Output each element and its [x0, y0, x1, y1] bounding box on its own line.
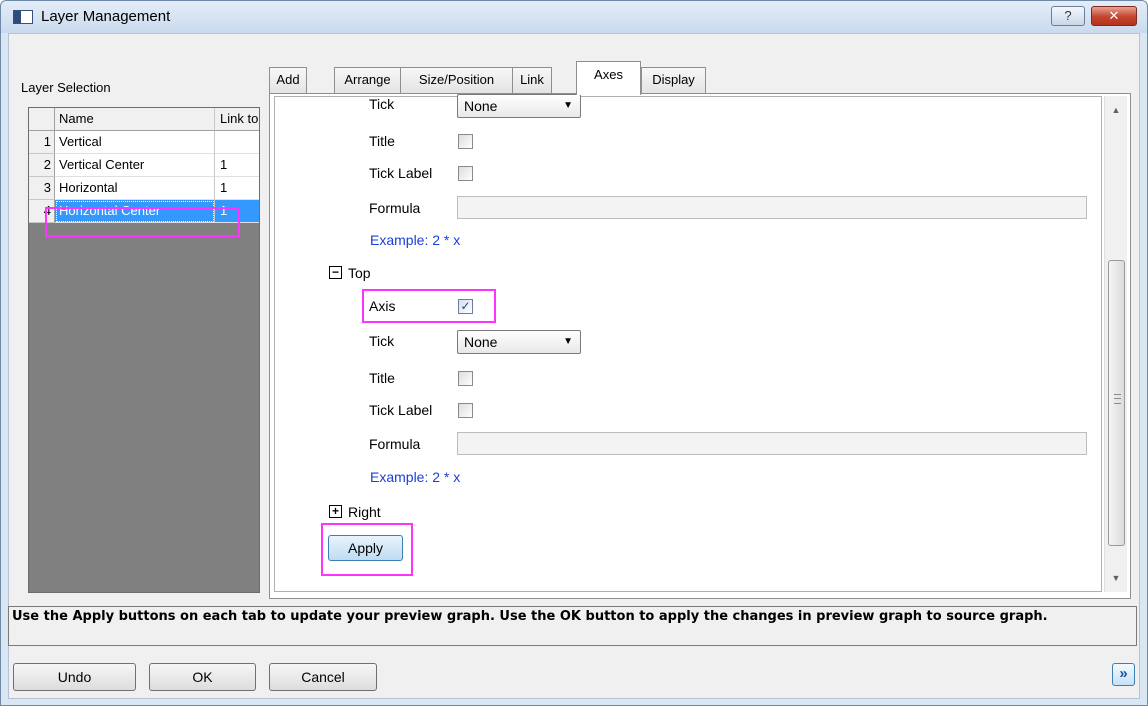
tab-arrange[interactable]: Arrange — [334, 67, 401, 94]
grip-icon — [1114, 394, 1121, 404]
window-title: Layer Management — [41, 8, 171, 25]
layer-selection-label: Layer Selection — [21, 80, 111, 95]
title-checkbox[interactable] — [458, 371, 473, 386]
axis-label: Axis — [369, 298, 396, 314]
tick-label: Tick — [369, 333, 395, 349]
status-message: Use the Apply buttons on each tab to upd… — [8, 606, 1137, 646]
tick-label-label: Tick Label — [369, 402, 433, 418]
top-section-label[interactable]: Top — [348, 265, 371, 281]
layer-link-cell[interactable]: 1 — [215, 154, 259, 177]
layer-link-cell[interactable]: 1 — [215, 200, 259, 223]
layer-link-cell[interactable]: 1 — [215, 177, 259, 200]
formula-example: Example: 2 * x — [370, 232, 461, 248]
right-section-label[interactable]: Right — [348, 504, 381, 520]
help-icon: ? — [1064, 8, 1072, 23]
row-index: 4 — [29, 200, 55, 223]
title-bar[interactable]: Layer Management ? ✕ — [1, 1, 1147, 33]
scroll-up-icon[interactable]: ▲ — [1105, 100, 1127, 120]
tick-label-checkbox[interactable] — [458, 403, 473, 418]
row-index: 2 — [29, 154, 55, 177]
help-button[interactable]: ? — [1051, 6, 1085, 26]
formula-label: Formula — [369, 200, 421, 216]
layer-name-cell[interactable]: Vertical — [55, 131, 215, 154]
cancel-button[interactable]: Cancel — [269, 663, 377, 691]
scroll-down-icon[interactable]: ▼ — [1105, 568, 1127, 588]
layer-selection-grid: Name Link to 1 Vertical 2 Vertical Cente… — [28, 107, 260, 593]
tick-dropdown-value: None — [464, 334, 498, 350]
vertical-scrollbar[interactable]: ▲ ▼ — [1104, 96, 1127, 592]
formula-label: Formula — [369, 436, 421, 452]
layer-link-cell[interactable] — [215, 131, 259, 154]
double-chevron-right-icon: » — [1119, 665, 1128, 682]
formula-input[interactable] — [457, 196, 1087, 219]
undo-button[interactable]: Undo — [13, 663, 136, 691]
column-header-link-to[interactable]: Link to — [215, 108, 259, 131]
tick-dropdown[interactable]: None ▼ — [457, 330, 581, 354]
more-button[interactable]: » — [1112, 663, 1135, 686]
row-index: 3 — [29, 177, 55, 200]
formula-input[interactable] — [457, 432, 1087, 455]
ok-button[interactable]: OK — [149, 663, 256, 691]
tick-dropdown-value: None — [464, 98, 498, 114]
tab-axes[interactable]: Axes — [576, 61, 641, 95]
axis-checkbox[interactable]: ✓ — [458, 299, 473, 314]
scrollbar-thumb[interactable] — [1108, 260, 1125, 546]
window-app-icon — [13, 10, 33, 24]
tick-dropdown[interactable]: None ▼ — [457, 94, 581, 118]
apply-button[interactable]: Apply — [328, 535, 403, 561]
tab-add[interactable]: Add — [269, 67, 307, 94]
table-row[interactable]: 3 Horizontal 1 — [29, 177, 259, 200]
row-index: 1 — [29, 131, 55, 154]
checkmark-icon: ✓ — [460, 299, 471, 313]
minus-box-icon[interactable]: − — [329, 266, 342, 279]
tick-label-label: Tick Label — [369, 165, 433, 181]
tick-label-checkbox[interactable] — [458, 166, 473, 181]
plus-box-icon[interactable]: + — [329, 505, 342, 518]
column-header-name[interactable]: Name — [55, 108, 215, 131]
layer-name-cell[interactable]: Vertical Center — [55, 154, 215, 177]
title-label: Title — [369, 370, 395, 386]
grid-header-row: Name Link to — [29, 108, 259, 131]
tab-size-position[interactable]: Size/Position — [400, 67, 513, 94]
layer-name-cell[interactable]: Horizontal Center — [55, 200, 215, 223]
tick-label: Tick — [369, 96, 395, 112]
close-icon: ✕ — [1108, 8, 1120, 23]
formula-example: Example: 2 * x — [370, 469, 461, 485]
close-button[interactable]: ✕ — [1091, 6, 1137, 26]
layer-name-cell[interactable]: Horizontal — [55, 177, 215, 200]
chevron-down-icon: ▼ — [563, 336, 573, 347]
table-row[interactable]: 1 Vertical — [29, 131, 259, 154]
tab-display[interactable]: Display — [641, 67, 706, 94]
chevron-down-icon: ▼ — [563, 100, 573, 111]
table-row[interactable]: 2 Vertical Center 1 — [29, 154, 259, 177]
tab-link[interactable]: Link — [512, 67, 552, 94]
title-checkbox[interactable] — [458, 134, 473, 149]
table-row-selected[interactable]: 4 Horizontal Center 1 — [29, 200, 259, 223]
grid-corner — [29, 108, 55, 131]
title-label: Title — [369, 133, 395, 149]
